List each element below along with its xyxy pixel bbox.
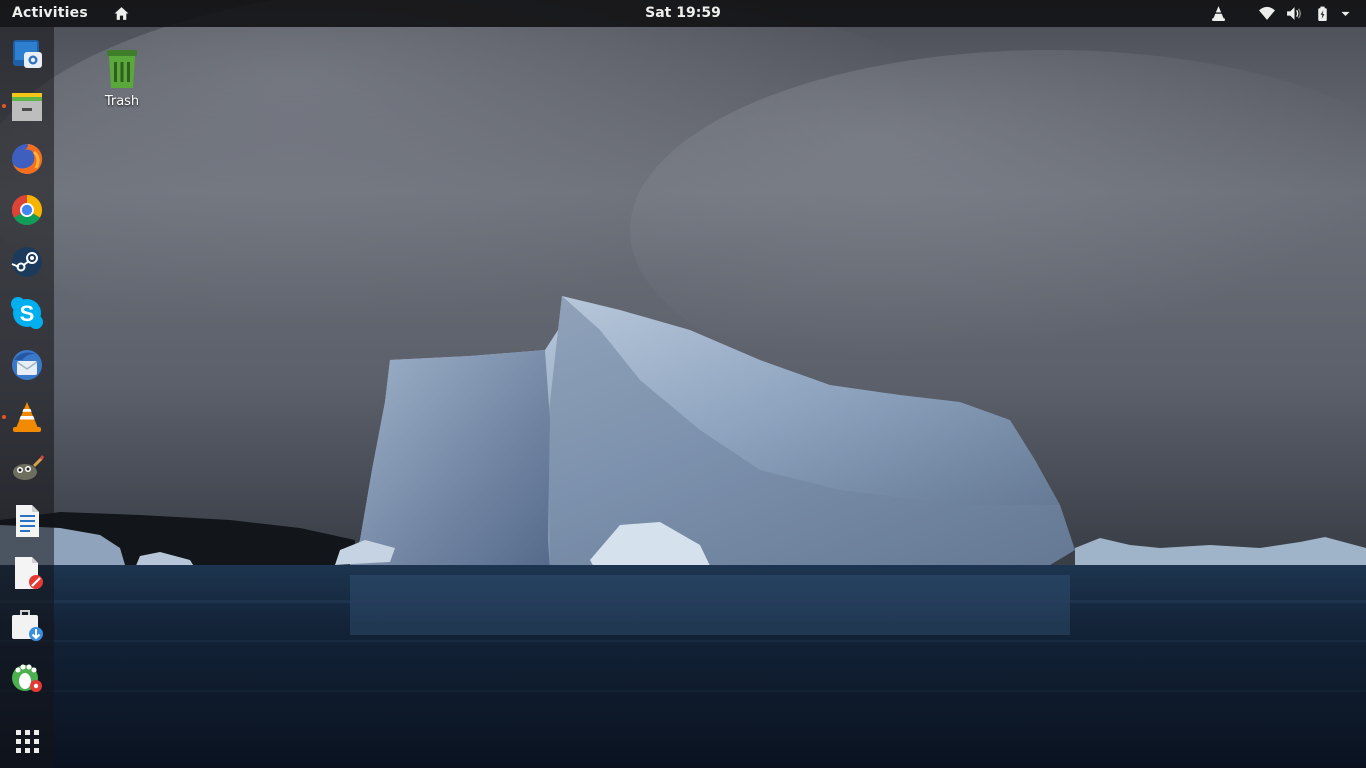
document-error-icon [15, 557, 43, 589]
dock-item-document-viewer[interactable] [8, 554, 46, 592]
vlc-running-indicator [2, 415, 6, 419]
wallpaper-iceberg [0, 0, 1366, 768]
dock-item-steam[interactable] [8, 243, 46, 281]
dock-item-screenshot[interactable] [8, 36, 46, 74]
system-menu-arrow-icon[interactable] [1339, 5, 1352, 22]
screenshot-icon [13, 40, 42, 68]
dock-item-vlc[interactable] [8, 398, 46, 436]
svg-text:S: S [20, 301, 35, 326]
dock-item-text-editor[interactable] [8, 502, 46, 540]
desktop-icon-trash[interactable]: Trash [92, 48, 152, 118]
thunderbird-icon [12, 350, 42, 380]
document-icon [16, 505, 39, 537]
skype-icon: S [11, 297, 43, 329]
clock[interactable]: Sat 19:59 [0, 5, 1366, 21]
firefox-icon [12, 143, 43, 174]
files-icon [12, 93, 42, 121]
package-install-icon [12, 610, 43, 641]
trash-icon [107, 50, 137, 88]
dock: S [0, 27, 54, 768]
trash-label: Trash [104, 94, 140, 109]
wifi-icon[interactable] [1258, 5, 1276, 22]
dock-item-software-install[interactable] [8, 606, 46, 644]
vlc-icon [13, 402, 41, 432]
files-running-indicator [2, 104, 6, 108]
top-bar: Activities Sat 19:59 [0, 0, 1366, 27]
app-grid-icon [16, 730, 39, 753]
dock-item-firefox[interactable] [8, 140, 46, 178]
dock-item-chrome[interactable] [8, 191, 46, 229]
steam-icon [11, 247, 42, 277]
dock-item-thunderbird[interactable] [8, 346, 46, 384]
dock-item-foot-settings[interactable] [8, 658, 46, 696]
dock-item-gimp[interactable] [8, 450, 46, 488]
chrome-icon [11, 195, 43, 226]
dock-item-skype[interactable]: S [8, 294, 46, 332]
vlc-tray-icon[interactable] [1210, 5, 1227, 22]
volume-icon[interactable] [1286, 5, 1303, 22]
gimp-icon [13, 455, 45, 480]
show-applications-button[interactable] [8, 722, 46, 760]
battery-icon[interactable] [1314, 5, 1331, 22]
dock-item-files[interactable] [8, 88, 46, 126]
desktop[interactable]: Activities Sat 19:59 S Trash [0, 0, 1366, 768]
gnome-settings-icon [12, 664, 42, 692]
